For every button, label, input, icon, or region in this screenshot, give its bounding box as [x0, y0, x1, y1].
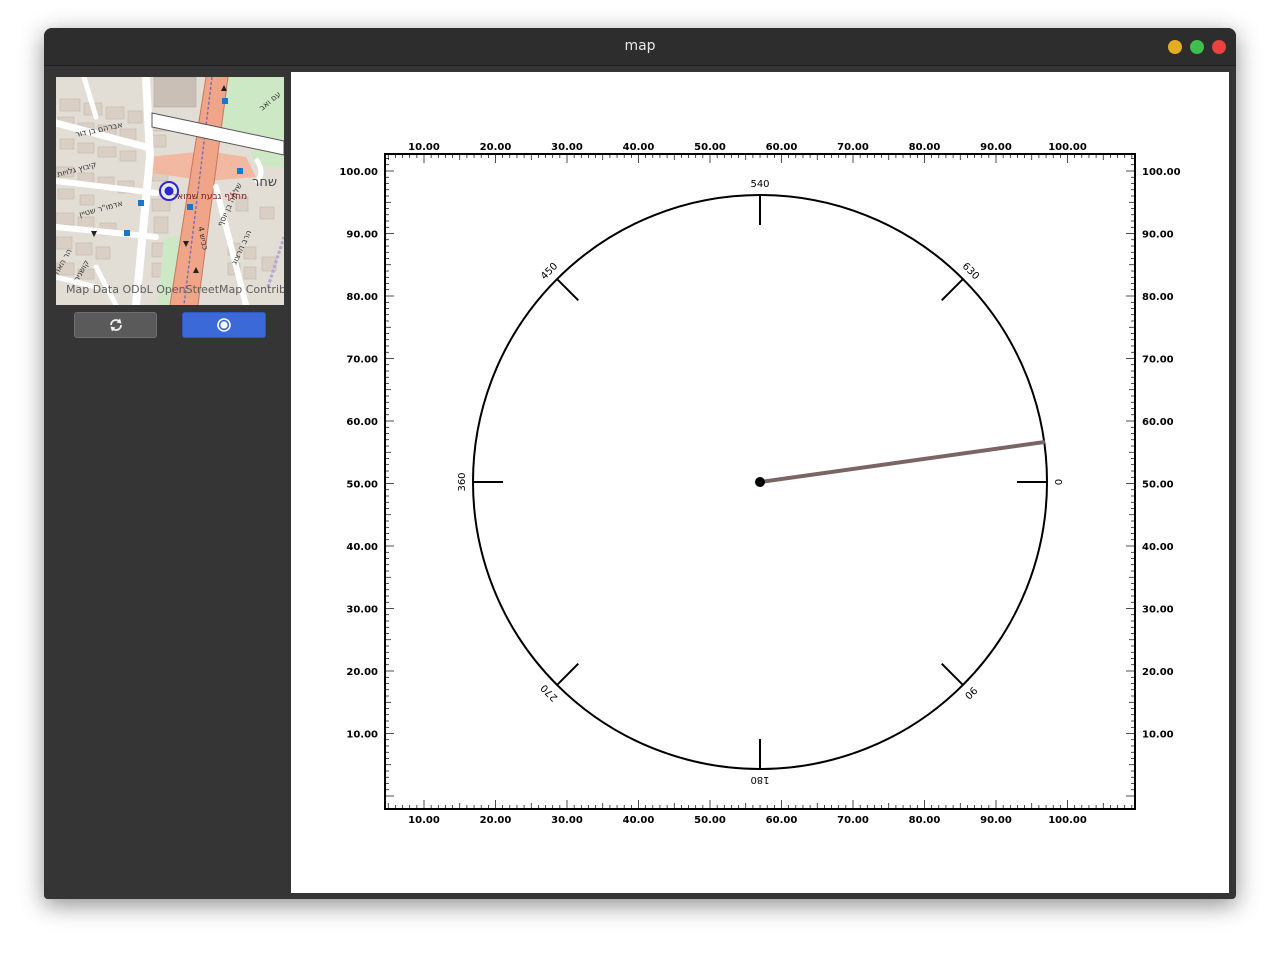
y-tick-label: 80.00 — [1142, 292, 1174, 303]
dial-label: 360 — [457, 472, 468, 491]
y-tick-label: 80.00 — [346, 292, 378, 303]
x-axis-top-labels: 10.00 20.00 30.00 40.00 50.00 60.00 70.00 80.00… — [408, 142, 1087, 153]
map-tiles: אברהם בן דור קיבוץ גלויות אדמו"ר שטיין כ… — [56, 77, 284, 305]
x-tick-label: 100.00 — [1048, 815, 1087, 826]
y-tick-label: 30.00 — [346, 605, 378, 616]
x-tick-label: 80.00 — [909, 815, 941, 826]
y-tick-label: 70.00 — [1142, 355, 1174, 366]
x-tick-label: 20.00 — [480, 142, 512, 153]
window-title: map — [624, 38, 656, 54]
locate-icon — [217, 318, 231, 332]
dial-label: 90 — [962, 684, 979, 701]
x-tick-label: 70.00 — [837, 815, 869, 826]
y-tick-label: 70.00 — [346, 355, 378, 366]
y-axis-left-labels: 100.00 90.00 80.00 70.00 60.00 50.00 40.00 30.0… — [339, 167, 378, 741]
dial-tick — [941, 663, 964, 686]
y-axis-right-labels: 100.00 90.00 80.00 70.00 60.00 50.00 40.00 30.0… — [1142, 167, 1181, 741]
x-tick-label: 60.00 — [766, 815, 798, 826]
x-tick-label: 30.00 — [551, 142, 583, 153]
y-tick-label: 100.00 — [1142, 167, 1181, 178]
compass-plot: 10.00 20.00 30.00 40.00 50.00 60.00 70.00 80.00… — [339, 142, 1181, 826]
y-tick-label: 50.00 — [346, 480, 378, 491]
refresh-button[interactable] — [74, 312, 157, 338]
y-tick-label: 100.00 — [339, 167, 378, 178]
x-tick-label: 50.00 — [694, 815, 726, 826]
x-tick-label: 80.00 — [909, 142, 941, 153]
map-view[interactable]: אברהם בן דור קיבוץ גלויות אדמו"ר שטיין כ… — [56, 77, 284, 305]
locate-button[interactable] — [182, 312, 266, 338]
map-street-label: שחר — [252, 175, 277, 190]
close-button[interactable] — [1212, 40, 1226, 54]
compass-needle — [758, 440, 1046, 484]
dial-tick — [556, 663, 579, 686]
y-tick-label: 10.00 — [1142, 730, 1174, 741]
title-bar: map — [44, 28, 1236, 66]
x-tick-label: 50.00 — [694, 142, 726, 153]
sidebar: אברהם בן דור קיבוץ גלויות אדמו"ר שטיין כ… — [44, 66, 290, 899]
map-place-label: מחלף גבעת שמואל — [172, 192, 247, 202]
compass-canvas[interactable]: 10.00 20.00 30.00 40.00 50.00 60.00 70.00 80.00… — [291, 72, 1229, 893]
x-tick-label: 20.00 — [480, 815, 512, 826]
x-tick-label: 100.00 — [1048, 142, 1087, 153]
x-tick-label: 60.00 — [766, 142, 798, 153]
y-tick-label: 30.00 — [1142, 605, 1174, 616]
x-tick-label: 40.00 — [623, 815, 655, 826]
x-tick-label: 10.00 — [408, 815, 440, 826]
x-tick-label: 90.00 — [980, 815, 1012, 826]
minimize-button[interactable] — [1168, 40, 1182, 54]
y-tick-label: 90.00 — [346, 230, 378, 241]
y-tick-label: 50.00 — [1142, 480, 1174, 491]
x-tick-label: 30.00 — [551, 815, 583, 826]
y-tick-label: 60.00 — [1142, 417, 1174, 428]
y-tick-label: 40.00 — [346, 542, 378, 553]
dial-tick — [941, 278, 964, 301]
x-axis-bottom-labels: 10.00 20.00 30.00 40.00 50.00 60.00 70.00 80.00… — [408, 815, 1087, 826]
refresh-icon — [109, 318, 122, 332]
y-tick-label: 10.00 — [346, 730, 378, 741]
map-attribution: Map Data ODbL OpenStreetMap Contribu — [66, 283, 284, 296]
x-tick-label: 40.00 — [623, 142, 655, 153]
x-tick-label: 70.00 — [837, 142, 869, 153]
y-tick-label: 90.00 — [1142, 230, 1174, 241]
dial-label: 540 — [750, 179, 769, 190]
y-tick-label: 40.00 — [1142, 542, 1174, 553]
y-tick-label: 20.00 — [346, 667, 378, 678]
y-tick-label: 20.00 — [1142, 667, 1174, 678]
x-tick-label: 10.00 — [408, 142, 440, 153]
needle-pivot — [755, 477, 765, 487]
dial-label: 180 — [750, 774, 769, 785]
maximize-button[interactable] — [1190, 40, 1204, 54]
y-tick-label: 60.00 — [346, 417, 378, 428]
dial-tick — [556, 278, 579, 301]
dial-label: 0 — [1052, 479, 1063, 485]
x-tick-label: 90.00 — [980, 142, 1012, 153]
app-window: map אברהם בן דור קיבוץ גלויות אדמו"ר שטי… — [44, 28, 1236, 899]
